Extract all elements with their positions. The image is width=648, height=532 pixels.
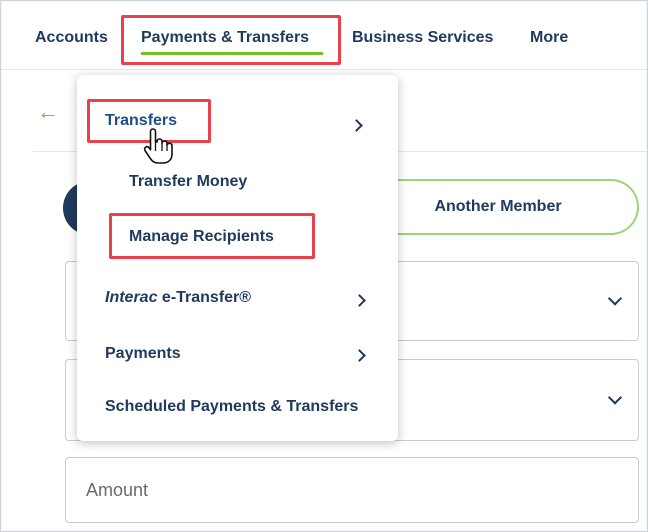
- menu-item-manage-recipients[interactable]: Manage Recipients: [129, 228, 274, 246]
- menu-item-transfer-money[interactable]: Transfer Money: [129, 173, 247, 191]
- toggle-option-label: Another Member: [434, 198, 562, 215]
- menu-item-interac-etransfer[interactable]: Interac e-Transfer®: [105, 289, 251, 307]
- chevron-right-icon: [353, 349, 366, 362]
- back-arrow-icon[interactable]: ←: [37, 99, 59, 125]
- app-window: Accounts Payments & Transfers Business S…: [0, 0, 648, 532]
- menu-item-payments[interactable]: Payments: [105, 345, 181, 363]
- amount-placeholder: Amount: [86, 480, 149, 500]
- toggle-option-another-member[interactable]: Another Member: [381, 179, 639, 235]
- hand-pointer-cursor-icon: [143, 128, 173, 164]
- menu-item-scheduled[interactable]: Scheduled Payments & Transfers: [105, 398, 358, 416]
- chevron-right-icon: [353, 294, 366, 307]
- nav-business-services[interactable]: Business Services: [352, 29, 493, 47]
- active-nav-underline: [141, 52, 323, 55]
- amount-input[interactable]: Amount: [65, 457, 639, 523]
- top-navigation: Accounts Payments & Transfers Business S…: [1, 1, 647, 70]
- interac-brand-text: Interac: [105, 289, 158, 306]
- nav-payments-transfers[interactable]: Payments & Transfers: [141, 29, 309, 47]
- nav-more[interactable]: More: [530, 29, 568, 47]
- interac-etransfer-text: e-Transfer®: [157, 289, 252, 306]
- payments-transfers-dropdown: Transfers Transfer Money Manage Recipien…: [77, 75, 398, 441]
- chevron-right-icon: [350, 119, 363, 132]
- chevron-down-icon: [607, 390, 623, 405]
- chevron-down-icon: [607, 291, 623, 306]
- nav-accounts[interactable]: Accounts: [35, 29, 108, 47]
